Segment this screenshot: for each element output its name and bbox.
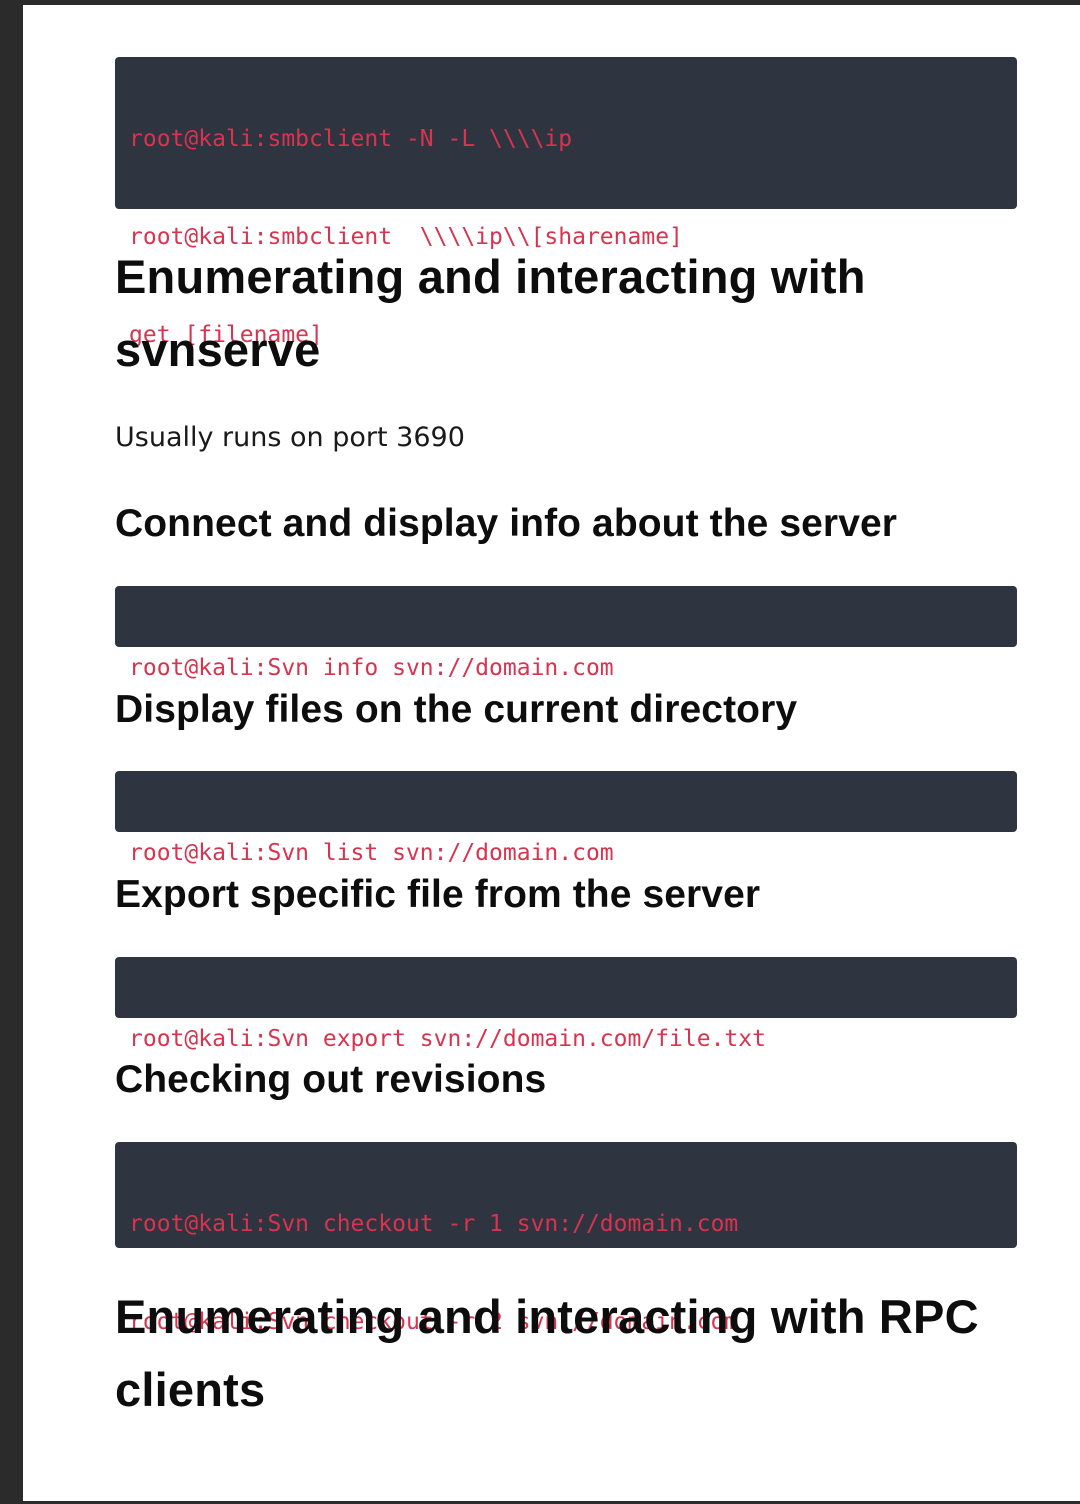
svn-checkout-heading: Checking out revisions bbox=[115, 1058, 547, 1101]
document-page: root@kali:smbclient -N -L \\\\ip root@ka… bbox=[23, 5, 1080, 1501]
smbclient-code-block[interactable]: root@kali:smbclient -N -L \\\\ip root@ka… bbox=[115, 57, 1017, 348]
svn-info-heading: Connect and display info about the serve… bbox=[115, 502, 898, 545]
svn-checkout-code-block[interactable]: root@kali:Svn checkout -r 1 svn://domain… bbox=[115, 1142, 1017, 1335]
svn-export-heading: Export specific file from the server bbox=[115, 873, 761, 916]
code-line: root@kali:Svn list svn://domain.com bbox=[129, 840, 614, 866]
svn-info-code-block[interactable]: root@kali:Svn info svn://domain.com bbox=[115, 586, 1017, 681]
code-line: root@kali:Svn checkout -r 1 svn://domain… bbox=[129, 1211, 739, 1237]
code-line: root@kali:Svn info svn://domain.com bbox=[129, 655, 614, 681]
svn-list-heading: Display files on the current directory bbox=[115, 688, 798, 731]
port-note: Usually runs on port 3690 bbox=[115, 422, 465, 453]
svn-export-code-block[interactable]: root@kali:Svn export svn://domain.com/fi… bbox=[115, 957, 1017, 1052]
code-line: root@kali:smbclient -N -L \\\\ip bbox=[129, 126, 573, 152]
rpc-clients-heading: Enumerating and interacting with RPC cli… bbox=[115, 1290, 979, 1416]
svn-list-code-block[interactable]: root@kali:Svn list svn://domain.com bbox=[115, 771, 1017, 866]
svnserve-heading: Enumerating and interacting with svnserv… bbox=[115, 250, 866, 376]
